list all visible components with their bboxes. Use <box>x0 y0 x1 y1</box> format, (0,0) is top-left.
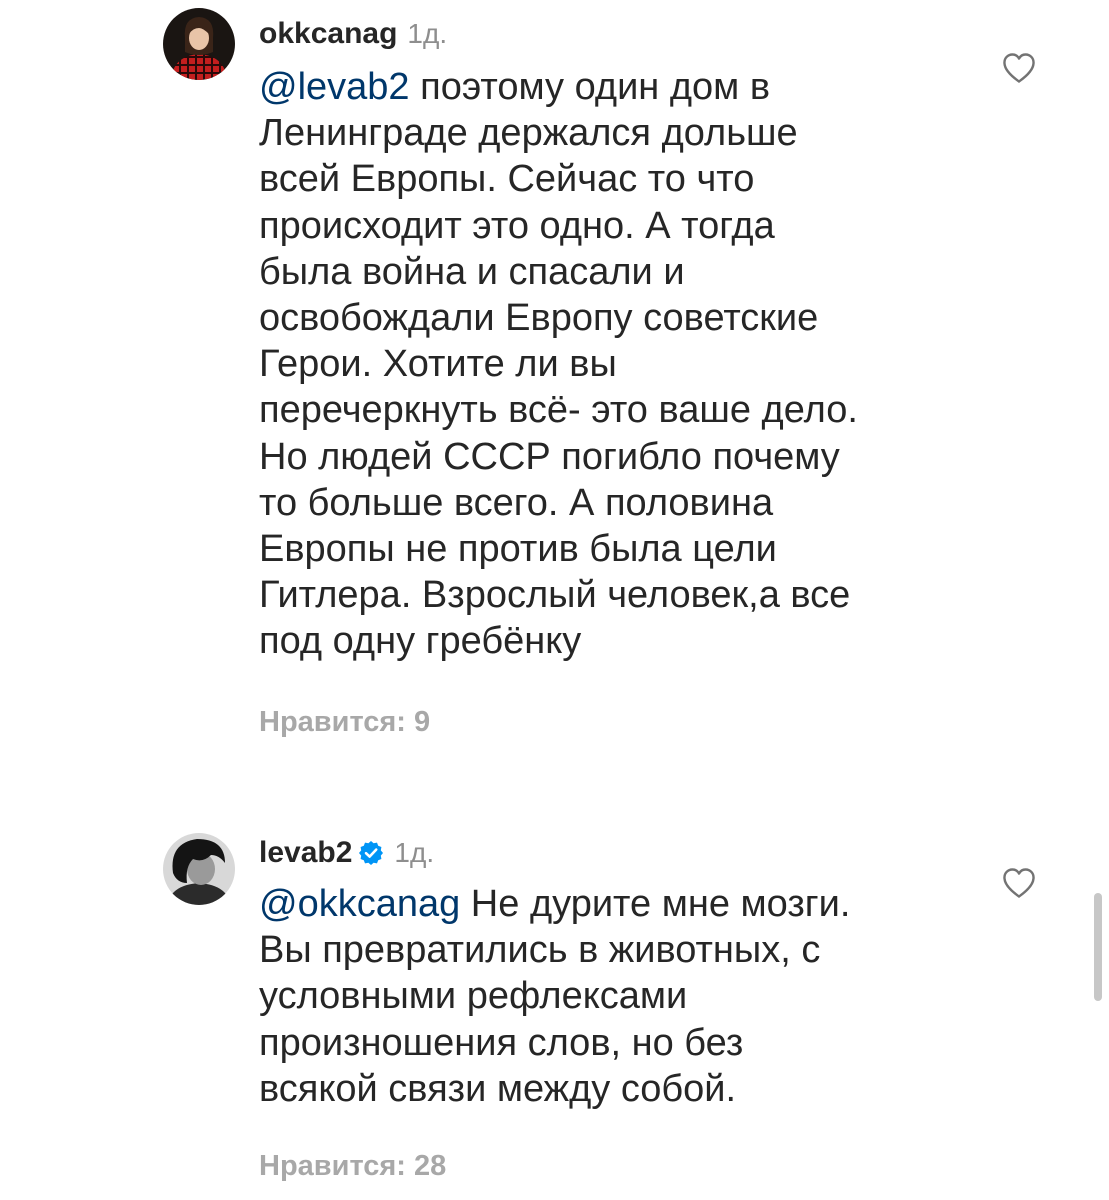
avatar-image-icon <box>163 8 235 80</box>
like-button[interactable] <box>1002 867 1036 899</box>
user-avatar[interactable] <box>163 833 235 905</box>
user-avatar[interactable] <box>163 8 235 80</box>
comment-header: levab2 1д. <box>259 833 434 873</box>
likes-count[interactable]: Нравится: 28 <box>259 1150 446 1183</box>
username-link[interactable]: okkcanag <box>259 17 397 51</box>
comment-header: okkcanag 1д. <box>259 14 447 54</box>
username-link[interactable]: levab2 <box>259 836 352 870</box>
mention-link[interactable]: @okkcanag <box>259 883 460 925</box>
avatar-image-icon <box>163 833 235 905</box>
comment-body: поэтому один дом в Ленинграде держался д… <box>259 66 858 663</box>
heart-outline-icon <box>1003 868 1035 898</box>
timestamp[interactable]: 1д. <box>407 18 447 50</box>
mention-link[interactable]: @levab2 <box>259 66 410 108</box>
verified-badge-icon <box>358 840 384 866</box>
timestamp[interactable]: 1д. <box>394 837 434 869</box>
heart-outline-icon <box>1003 53 1035 83</box>
like-button[interactable] <box>1002 52 1036 84</box>
likes-count[interactable]: Нравится: 9 <box>259 706 430 739</box>
scrollbar-thumb[interactable] <box>1094 893 1102 1001</box>
comment-text: @levab2 поэтому один дом в Ленинграде де… <box>259 64 959 665</box>
comment-text: @okkcanag Не дурите мне мозги. Вы превра… <box>259 881 959 1112</box>
